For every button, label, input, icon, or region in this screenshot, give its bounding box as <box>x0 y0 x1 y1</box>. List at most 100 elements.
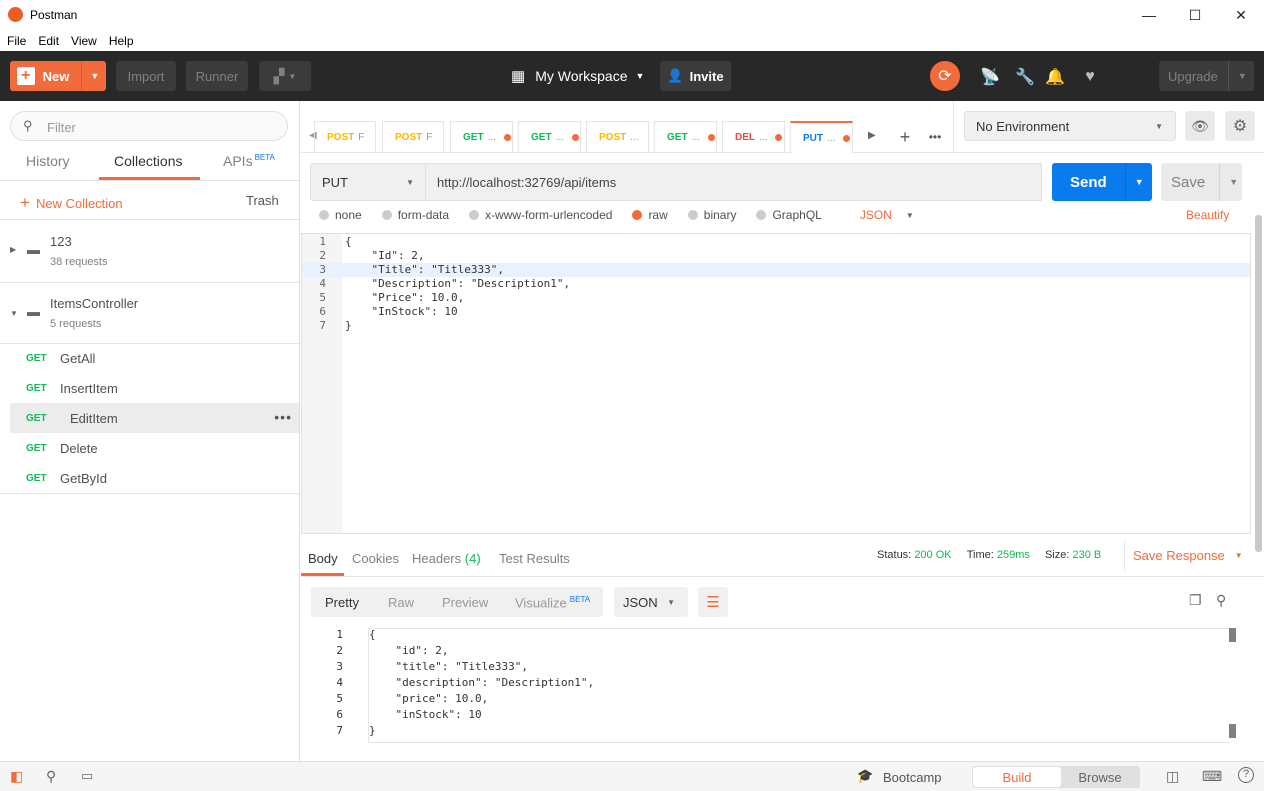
radio-raw[interactable] <box>632 210 643 220</box>
console-icon[interactable]: ▭ <box>81 768 93 784</box>
search-icon[interactable]: ⚲ <box>1216 592 1226 609</box>
sidebar-toggle-icon[interactable]: ◧ <box>10 768 23 785</box>
code-line: 5 "Price": 10.0, <box>319 291 465 304</box>
more-tabs-icon[interactable]: ••• <box>922 122 948 152</box>
response-tab-test-results[interactable]: Test Results <box>499 551 570 566</box>
request-tab[interactable]: POST... <box>586 121 649 153</box>
wrap-lines-icon[interactable]: ☰ <box>698 587 728 617</box>
menu-file[interactable]: File <box>7 34 26 48</box>
save-button[interactable]: Save ▼ <box>1161 163 1242 201</box>
tab-collections[interactable]: Collections <box>114 153 182 169</box>
new-button[interactable]: + New ▼ <box>10 61 106 91</box>
browse-button[interactable]: Browse <box>1061 770 1139 785</box>
response-tab-cookies[interactable]: Cookies <box>352 551 399 566</box>
more-options-icon[interactable]: ••• <box>274 409 292 425</box>
invite-button[interactable]: 👤 Invite <box>660 61 731 91</box>
response-stats: Status: 200 OK Time: 259ms Size: 230 B <box>877 549 1102 561</box>
request-body-editor[interactable]: 1{ 2 "Id": 2, 3 "Title": "Title333", 4 "… <box>301 233 1251 534</box>
request-tab[interactable]: GET... <box>450 121 513 153</box>
bell-icon[interactable]: 🔔 <box>1045 67 1065 87</box>
view-raw[interactable]: Raw <box>388 595 414 610</box>
caret-down-icon: ▼ <box>1234 551 1243 560</box>
import-button[interactable]: Import <box>116 61 176 91</box>
maximize-button[interactable]: ☐ <box>1172 0 1218 30</box>
new-collection-button[interactable]: + New Collection <box>20 193 123 213</box>
workspace-selector[interactable]: ▦ My Workspace ▼ <box>511 67 644 85</box>
radio-form-data[interactable] <box>381 210 392 220</box>
help-icon[interactable]: ? <box>1238 767 1254 783</box>
radio-binary[interactable] <box>687 210 698 220</box>
bootcamp-link[interactable]: Bootcamp <box>883 770 942 785</box>
sidebar: ⚲ Filter History Collections APIs BETA + … <box>0 101 300 761</box>
upgrade-button[interactable]: Upgrade ▼ <box>1159 61 1254 91</box>
gear-icon[interactable]: ⚙ <box>1225 111 1255 141</box>
unsaved-dot <box>775 134 783 141</box>
method-select[interactable]: PUT ▼ <box>310 163 426 201</box>
beautify-link[interactable]: Beautify <box>1186 208 1229 222</box>
save-response-button[interactable]: Save Response ▼ <box>1133 548 1243 563</box>
close-button[interactable]: ✕ <box>1218 0 1264 30</box>
menu-edit[interactable]: Edit <box>38 34 59 48</box>
beta-badge: BETA <box>569 595 591 604</box>
request-item-insertitem[interactable]: GET InsertItem <box>0 373 299 403</box>
response-body[interactable]: 1{ 2 "id": 2, 3 "title": "Title333", 4 "… <box>311 628 1241 743</box>
scrollbar-thumb[interactable] <box>1229 724 1236 738</box>
view-visualize[interactable]: Visualize BETA <box>515 595 590 610</box>
request-item-getbyid[interactable]: GET GetById <box>0 463 299 493</box>
code-line-active: 3 "Title": "Title333", <box>302 263 1250 277</box>
collection-count: 5 requests <box>50 318 102 330</box>
request-tab[interactable]: GET... <box>518 121 581 153</box>
find-icon[interactable]: ⚲ <box>46 768 56 785</box>
request-tab[interactable]: POST F <box>382 121 444 153</box>
filter-input[interactable]: ⚲ Filter <box>10 111 288 141</box>
view-pretty[interactable]: Pretty <box>325 595 359 610</box>
request-item-getall[interactable]: GET GetAll <box>0 343 299 373</box>
keyboard-icon[interactable]: ⌨ <box>1202 768 1222 785</box>
tab-apis[interactable]: APIs BETA <box>223 153 275 169</box>
send-button[interactable]: Send ▼ <box>1052 163 1152 201</box>
minimize-button[interactable]: — <box>1126 0 1172 30</box>
view-preview[interactable]: Preview <box>442 595 488 610</box>
request-tab-active[interactable]: PUT... <box>790 121 853 154</box>
response-tab-body[interactable]: Body <box>308 551 338 566</box>
trash-button[interactable]: Trash <box>246 193 279 208</box>
radio-none[interactable] <box>319 210 329 220</box>
scrollbar-thumb[interactable] <box>1229 628 1236 642</box>
response-line: 4 "description": "Description1", <box>336 676 595 689</box>
request-tab[interactable]: DEL... <box>722 121 785 153</box>
add-tab-icon[interactable]: + <box>892 122 918 152</box>
eye-icon[interactable]: 👁 <box>1185 111 1215 141</box>
request-item-edititem[interactable]: GET EditItem ••• <box>10 403 299 433</box>
add-window-icon: ▞ <box>273 67 285 84</box>
scroll-right-icon[interactable]: ▶ <box>868 130 876 141</box>
collection-item[interactable]: ▼ ▬ ItemsController 5 requests <box>0 282 299 342</box>
radio-urlencoded[interactable] <box>469 210 480 220</box>
two-pane-icon[interactable]: ◫ <box>1166 768 1179 785</box>
sync-icon[interactable]: ⟳ <box>930 61 960 91</box>
heart-icon[interactable]: ♥ <box>1080 67 1100 87</box>
response-format-select[interactable]: JSON ▼ <box>614 587 688 617</box>
menu-help[interactable]: Help <box>109 34 134 48</box>
url-input[interactable]: http://localhost:32769/api/items <box>426 163 1042 201</box>
radio-graphql[interactable] <box>756 210 767 220</box>
new-window-button[interactable]: ▞ ▼ <box>259 61 311 91</box>
satellite-icon[interactable]: 📡 <box>980 67 1000 87</box>
request-tab[interactable]: GET... <box>654 121 717 153</box>
vertical-scrollbar[interactable] <box>1255 215 1262 552</box>
menu-view[interactable]: View <box>71 34 97 48</box>
request-tab[interactable]: POST F <box>314 121 376 153</box>
runner-button[interactable]: Runner <box>186 61 248 91</box>
copy-icon[interactable]: ❐ <box>1189 592 1202 609</box>
response-tab-headers[interactable]: Headers (4) <box>412 551 481 566</box>
request-item-delete[interactable]: GET Delete <box>0 433 299 463</box>
wrench-icon[interactable]: 🔧 <box>1015 67 1035 87</box>
unsaved-dot <box>707 134 715 141</box>
response-line: 5 "price": 10.0, <box>336 692 489 705</box>
build-button[interactable]: Build <box>973 767 1061 787</box>
code-line: 6 "InStock": 10 <box>319 305 458 318</box>
body-type-row: none form-data x-www-form-urlencoded raw… <box>301 205 1251 233</box>
collection-item[interactable]: ▶ ▬ 123 38 requests <box>0 220 299 280</box>
tab-history[interactable]: History <box>26 153 70 169</box>
environment-select[interactable]: No Environment ▼ <box>964 111 1176 141</box>
body-format-select[interactable]: JSON <box>860 208 892 222</box>
